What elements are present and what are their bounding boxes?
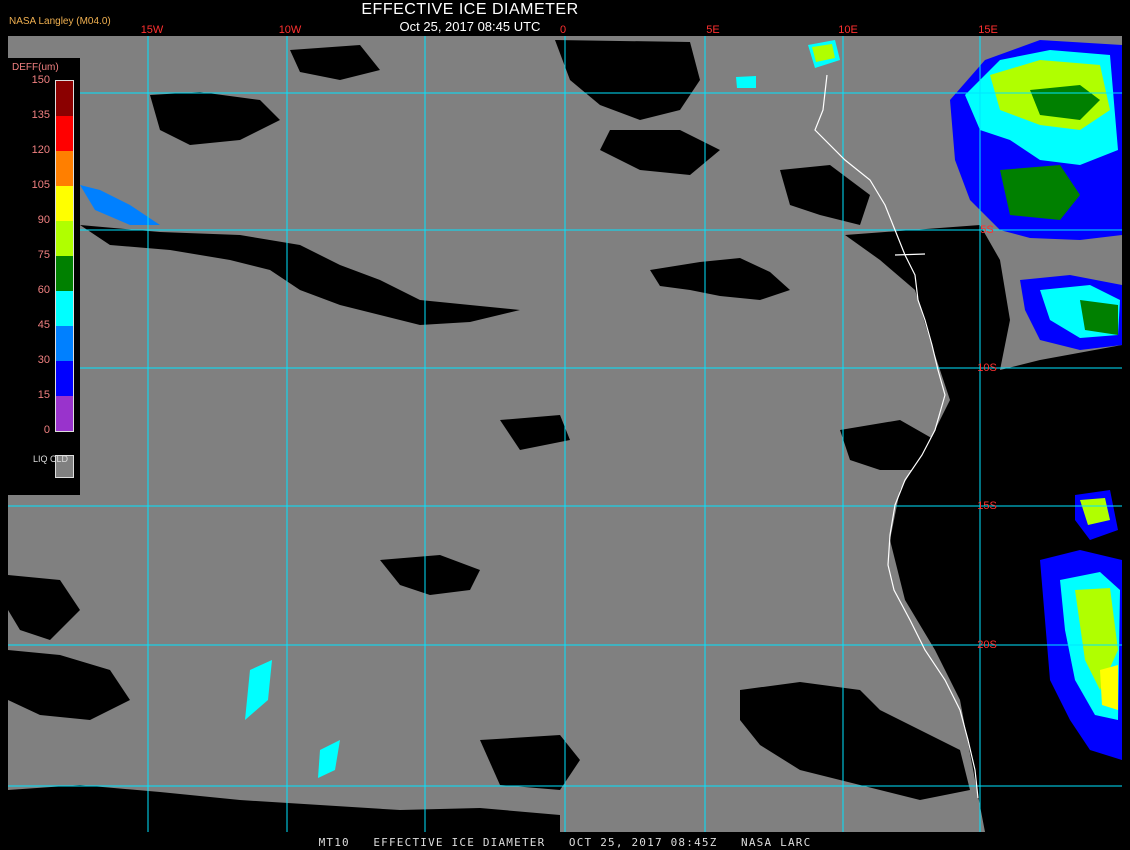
- colorbar-segment: [56, 256, 73, 291]
- colorbar-tick-label: 135: [31, 109, 50, 121]
- lat-label: 20S: [977, 639, 997, 651]
- footer-product: MT10: [318, 836, 350, 849]
- colorbar-tick-label: 30: [37, 354, 50, 366]
- colorbar-segment: [56, 81, 73, 116]
- colorbar-segment: [56, 361, 73, 396]
- colorbar-tick-label: 60: [37, 284, 50, 296]
- colorbar-tick-label: 0: [43, 424, 50, 436]
- colorbar-tick-label: 75: [37, 249, 50, 261]
- footer-source: NASA LARC: [741, 836, 812, 849]
- footer-name: EFFECTIVE ICE DIAMETER: [373, 836, 546, 849]
- footer: MT10 EFFECTIVE ICE DIAMETER OCT 25, 2017…: [0, 836, 1130, 849]
- map-viewer: 15W 10W 0 5E 10E 15E 5S 10S 15S 20S EFFECTIVE ICE…: [0, 0, 1130, 850]
- colorbar-segment: [56, 221, 73, 256]
- colorbar-segment: [56, 186, 73, 221]
- colorbar-segment: [56, 151, 73, 186]
- colorbar-tick-label: 90: [37, 214, 50, 226]
- colorbar-tick-label: 105: [31, 179, 50, 191]
- colorbar-tick-label: 150: [31, 74, 50, 86]
- liq-label-text: LIQ CLD: [33, 454, 69, 464]
- liq-label: LIQ CLD: [33, 454, 68, 464]
- ice-cloud-patch: [1100, 665, 1118, 710]
- colorbar-segment: [56, 116, 73, 151]
- map-datetime: Oct 25, 2017 08:45 UTC: [399, 19, 541, 34]
- legend-unit-label: DEFF(um): [12, 62, 59, 73]
- colorbar-segment: [56, 291, 73, 326]
- footer-datetime: OCT 25, 2017 08:45Z: [568, 836, 718, 849]
- lat-label: 5S: [980, 224, 993, 236]
- cloud-map: 15W 10W 0 5E 10E 15E5S10S15S20S: [8, 24, 1122, 832]
- lat-label: 10S: [977, 362, 997, 374]
- colorbar-tick-label: 120: [31, 144, 50, 156]
- ice-cloud-patch: [1080, 300, 1118, 335]
- colorbar-segment: [56, 396, 73, 431]
- colorbar-tick-label: 45: [37, 319, 50, 331]
- org-label: NASA Langley (M04.0): [9, 16, 111, 27]
- colorbar-tick-label: 15: [37, 389, 50, 401]
- lat-label: 15S: [977, 500, 997, 512]
- colorbar-segment: [56, 326, 73, 361]
- colorbar: [55, 80, 74, 432]
- ice-cloud-patch: [736, 76, 756, 88]
- lon-label: 15E: [978, 24, 998, 36]
- map-title: EFFECTIVE ICE DIAMETER: [361, 1, 579, 18]
